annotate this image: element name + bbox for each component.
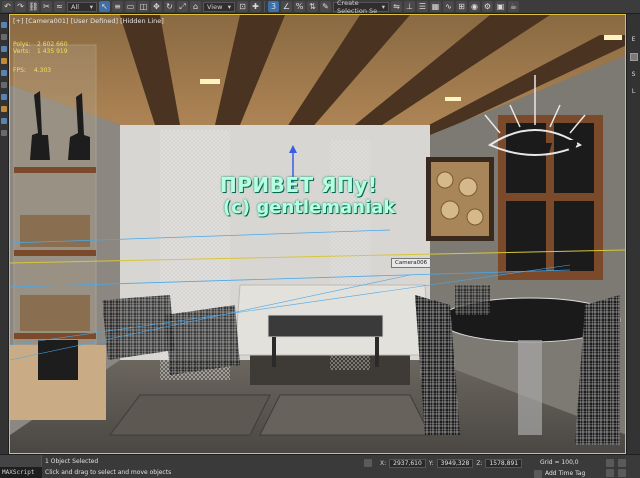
x-coord-field[interactable]: 2937,610 xyxy=(389,459,426,468)
fps-readout: FPS: 4.303 xyxy=(13,67,52,74)
mirror-icon[interactable]: ⇋ xyxy=(391,1,402,12)
floor-tile xyxy=(259,394,431,436)
ceiling-light xyxy=(445,97,461,101)
hierarchy-icon[interactable] xyxy=(1,46,7,52)
pivot-icon[interactable]: ⊡ xyxy=(237,1,248,12)
unlink-icon[interactable]: ✂ xyxy=(41,1,52,12)
grid-size: Grid = 100,0 xyxy=(540,459,579,466)
graphite-icon[interactable]: ▦ xyxy=(430,1,441,12)
spinner-snap-icon[interactable]: ⇅ xyxy=(307,1,318,12)
rect-region-icon[interactable]: ▭ xyxy=(125,1,136,12)
time-tag-icon[interactable] xyxy=(534,470,542,478)
percent-snap-icon[interactable]: % xyxy=(294,1,305,12)
helper-icon[interactable] xyxy=(1,82,7,88)
render-frame-icon[interactable]: ▣ xyxy=(495,1,506,12)
edit-named-sets-icon[interactable]: ✎ xyxy=(320,1,331,12)
set-key-icon[interactable] xyxy=(618,459,626,467)
shape-icon[interactable] xyxy=(1,118,7,124)
place-icon[interactable]: ⌂ xyxy=(190,1,201,12)
selection-status: 1 Object Selected xyxy=(45,458,99,465)
layer-icon[interactable]: ☰ xyxy=(417,1,428,12)
scene-statistics: Polys: 2 602 660 Verts: 1 435 919 xyxy=(13,41,68,55)
status-bar: MAXScript Mi 1 Object Selected Click and… xyxy=(0,454,640,478)
space-warp-icon[interactable] xyxy=(1,106,7,112)
shelf-board xyxy=(14,333,96,339)
angle-snap-icon[interactable]: ∠ xyxy=(281,1,292,12)
named-selection-set-dropdown[interactable]: Create Selection Se ▾ xyxy=(333,0,389,15)
firewood xyxy=(20,295,90,331)
rotate-icon[interactable]: ↻ xyxy=(164,1,175,12)
display-icon[interactable] xyxy=(1,34,7,40)
greeting-text: ПРИВЕТ ЯПу! xyxy=(220,173,378,197)
y-coord-field[interactable]: 3949,328 xyxy=(436,459,474,468)
geometry-icon[interactable] xyxy=(1,94,7,100)
undo-icon[interactable]: ↶ xyxy=(2,1,13,12)
maxscript-listener[interactable]: MAXScript Mi xyxy=(0,455,42,478)
shelf-board xyxy=(14,250,96,256)
panel-tab-label[interactable]: E xyxy=(632,36,636,43)
material-editor-icon[interactable]: ◉ xyxy=(469,1,480,12)
snap-icon[interactable]: 3 xyxy=(268,1,279,12)
fireplace-opening xyxy=(38,340,78,380)
bind-icon[interactable]: ≈ xyxy=(54,1,65,12)
select-icon[interactable]: ↖ xyxy=(99,1,110,12)
overlay-text: ПРИВЕТ ЯПу! (c) gentlemaniak xyxy=(220,173,395,218)
select-by-name-icon[interactable]: ≡ xyxy=(112,1,123,12)
log-painting xyxy=(431,162,489,236)
scene-render xyxy=(10,15,625,453)
align-icon[interactable]: ⊥ xyxy=(404,1,415,12)
reference-coord-dropdown[interactable]: View ▾ xyxy=(203,1,235,12)
main-toolbar: ↶ ↷ ⛓ ✂ ≈ All ▾ ↖ ≡ ▭ ◫ ✥ ↻ ⤢ ⌂ View ▾ ⊡ ✚… xyxy=(0,0,640,15)
panel-tab-label[interactable]: S xyxy=(632,71,636,78)
light-icon[interactable] xyxy=(1,58,7,64)
window-pane xyxy=(554,123,594,193)
window-pane xyxy=(506,201,546,271)
left-command-strip xyxy=(0,14,9,454)
viewport-label[interactable]: [+] [Camera001] [User Defined] [Hidden L… xyxy=(13,17,164,25)
coffee-table-leg xyxy=(272,337,276,367)
lock-icon[interactable] xyxy=(364,459,372,467)
schematic-icon[interactable]: ⊞ xyxy=(456,1,467,12)
author-text: (c) gentlemaniak xyxy=(223,197,396,218)
dining-table-base xyxy=(518,340,542,435)
chevron-down-icon: ▾ xyxy=(89,2,93,11)
window-crossing-icon[interactable]: ◫ xyxy=(138,1,149,12)
move-icon[interactable]: ✥ xyxy=(151,1,162,12)
ceiling-light xyxy=(200,79,220,84)
coordinate-display: X: 2937,610 Y: 3949,328 Z: 1578,891 xyxy=(380,459,523,468)
dining-chair xyxy=(455,285,490,315)
maxscript-input[interactable]: MAXScript Mi xyxy=(0,467,42,478)
auto-key-icon[interactable] xyxy=(606,459,614,467)
link-icon[interactable]: ⛓ xyxy=(28,1,39,12)
render-setup-icon[interactable]: ⚙ xyxy=(482,1,493,12)
camera-tooltip: Camera006 xyxy=(391,258,432,268)
key-filters-icon[interactable] xyxy=(606,469,614,477)
coffee-table xyxy=(267,314,384,338)
select-manipulate-icon[interactable]: ✚ xyxy=(250,1,261,12)
camera-viewport[interactable]: [+] [Camera001] [User Defined] [Hidden L… xyxy=(9,14,626,454)
selection-filter-dropdown[interactable]: All ▾ xyxy=(67,1,97,12)
panel-tab-label[interactable]: L xyxy=(632,88,635,95)
curve-editor-icon[interactable]: ∿ xyxy=(443,1,454,12)
system-icon[interactable] xyxy=(1,130,7,136)
shelf-board xyxy=(14,167,96,173)
coffee-table-leg xyxy=(375,337,379,367)
camera-icon[interactable] xyxy=(1,70,7,76)
add-time-tag-button[interactable]: Add Time Tag xyxy=(545,470,585,477)
armchair xyxy=(165,305,240,375)
ceiling-light xyxy=(604,35,622,40)
color-swatch[interactable] xyxy=(629,53,638,61)
scene-explorer-icon[interactable] xyxy=(1,22,7,28)
chevron-down-icon: ▾ xyxy=(227,2,231,11)
render-icon[interactable]: ☕ xyxy=(508,1,519,12)
prompt-line: Click and drag to select and move object… xyxy=(45,469,172,476)
command-panel-strip: E S L xyxy=(626,14,640,454)
window-pane xyxy=(554,201,594,271)
scale-icon[interactable]: ⤢ xyxy=(177,1,188,12)
chevron-down-icon: ▾ xyxy=(381,2,385,11)
time-config-icon[interactable] xyxy=(618,469,626,477)
redo-icon[interactable]: ↷ xyxy=(15,1,26,12)
z-coord-field[interactable]: 1578,891 xyxy=(485,459,523,468)
